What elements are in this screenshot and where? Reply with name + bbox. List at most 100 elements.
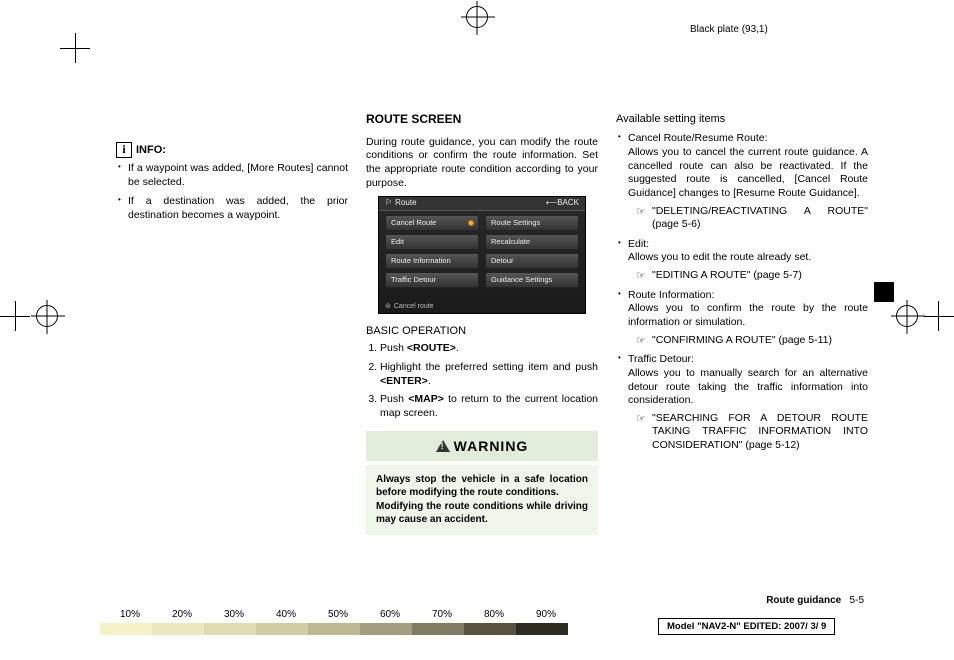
step-text: Push <box>380 393 408 405</box>
column-3: Available setting items Cancel Route/Res… <box>616 112 868 535</box>
warning-icon <box>436 440 450 452</box>
page-footer: Route guidance 5-5 <box>766 595 864 606</box>
info-item: If a destination was added, the prior de… <box>116 195 348 222</box>
screenshot-back-text: BACK <box>557 198 579 207</box>
item-ref: "EDITING A ROUTE" (page 5-7) <box>628 269 868 283</box>
percent-label: 20% <box>156 609 208 620</box>
cancel-icon: ⊘ <box>385 302 391 311</box>
color-swatch <box>256 623 308 635</box>
intro-text: During route guidance, you can modify th… <box>366 136 598 191</box>
screenshot-footer: ⊘ Cancel route <box>385 302 434 311</box>
color-swatch <box>152 623 204 635</box>
item-title: Edit: <box>628 238 649 250</box>
screenshot-grid: Cancel Route Edit Route Information Traf… <box>379 211 585 292</box>
info-item: If a waypoint was added, [More Routes] c… <box>116 162 348 189</box>
step-text: Push <box>380 342 407 354</box>
item-ref: "DELETING/REACTIVATING A ROUTE" (page 5-… <box>628 205 868 232</box>
available-item: Route Information: Allows you to confirm… <box>616 289 868 348</box>
info-heading: i INFO: <box>116 142 348 158</box>
item-title: Cancel Route/Resume Route: <box>628 132 768 144</box>
crop-mark <box>938 301 939 331</box>
screenshot-col-right: Route Settings Recalculate Detour Guidan… <box>485 215 579 288</box>
item-ref: "SEARCHING FOR A DETOUR ROUTE TAKING TRA… <box>628 412 868 453</box>
warning-heading: WARNING <box>366 431 598 461</box>
percent-label: 30% <box>208 609 260 620</box>
basic-operation-steps: Push <ROUTE>. Highlight the preferred se… <box>366 342 598 420</box>
warning-line: Always stop the vehicle in a safe locati… <box>376 473 588 500</box>
color-swatch <box>516 623 568 635</box>
step-3: Push <MAP> to return to the current loca… <box>380 393 598 420</box>
basic-operation-heading: BASIC OPERATION <box>366 324 598 338</box>
color-swatch <box>412 623 464 635</box>
available-item: Cancel Route/Resume Route: Allows you to… <box>616 132 868 231</box>
step-1: Push <ROUTE>. <box>380 342 598 356</box>
available-list: Cancel Route/Resume Route: Allows you to… <box>616 132 868 452</box>
screenshot-col-left: Cancel Route Edit Route Information Traf… <box>385 215 479 288</box>
item-body: Allows you to confirm the route by the r… <box>628 302 868 328</box>
step-text: . <box>428 375 431 387</box>
footer-label: Route guidance <box>766 595 841 606</box>
percent-label: 40% <box>260 609 312 620</box>
warning-title-text: WARNING <box>454 438 529 454</box>
route-screenshot: ⚐ Route ⟵BACK Cancel Route Edit Route In… <box>378 196 586 314</box>
screenshot-back: ⟵BACK <box>546 198 579 208</box>
warning-line: Modifying the route conditions while dri… <box>376 500 588 527</box>
color-swatch-bar: Model "NAV2-N" EDITED: 2007/ 3/ 9 <box>100 621 835 635</box>
ss-btn-route-settings: Route Settings <box>485 215 579 231</box>
info-icon: i <box>116 142 132 158</box>
color-swatch <box>360 623 412 635</box>
available-item: Edit: Allows you to edit the route alrea… <box>616 238 868 283</box>
percent-label: 60% <box>364 609 416 620</box>
section-title: ROUTE SCREEN <box>366 112 598 128</box>
available-heading: Available setting items <box>616 112 868 126</box>
screenshot-title: ⚐ Route <box>385 198 417 208</box>
color-swatch <box>308 623 360 635</box>
registration-target-icon <box>466 6 488 28</box>
percent-label: 80% <box>468 609 520 620</box>
item-ref: "CONFIRMING A ROUTE" (page 5-11) <box>628 334 868 348</box>
ss-btn-guidance-settings: Guidance Settings <box>485 272 579 288</box>
ss-btn-traffic-detour: Traffic Detour <box>385 272 479 288</box>
ss-btn-recalculate: Recalculate <box>485 234 579 250</box>
item-title: Route Information: <box>628 289 714 301</box>
percent-label: 70% <box>416 609 468 620</box>
screenshot-footer-text: Cancel route <box>394 302 434 311</box>
color-swatch <box>464 623 516 635</box>
percent-label: 10% <box>104 609 156 620</box>
column-2: ROUTE SCREEN During route guidance, you … <box>366 112 598 535</box>
item-body: Allows you to cancel the current route g… <box>628 146 868 201</box>
registration-target-icon <box>36 305 58 327</box>
step-text: Highlight the preferred setting item and… <box>380 361 598 373</box>
warning-body: Always stop the vehicle in a safe locati… <box>366 465 598 535</box>
crop-mark <box>924 316 954 317</box>
color-swatch <box>204 623 256 635</box>
footer-page: 5-5 <box>850 595 864 606</box>
keyword: <ENTER> <box>380 375 428 387</box>
column-1: i INFO: If a waypoint was added, [More R… <box>116 112 348 535</box>
screenshot-title-text: Route <box>395 198 416 208</box>
available-item: Traffic Detour: Allows you to manually s… <box>616 353 868 452</box>
keyword: <ROUTE> <box>407 342 456 354</box>
registration-target-icon <box>896 305 918 327</box>
percent-label: 50% <box>312 609 364 620</box>
item-body: Allows you to manually search for an alt… <box>628 367 868 408</box>
item-body: Allows you to edit the route already set… <box>628 251 811 263</box>
route-icon: ⚐ <box>385 198 392 208</box>
model-box: Model "NAV2-N" EDITED: 2007/ 3/ 9 <box>658 618 835 635</box>
crop-mark <box>75 33 76 63</box>
ss-btn-edit: Edit <box>385 234 479 250</box>
ss-btn-cancel-route: Cancel Route <box>385 215 479 231</box>
info-list: If a waypoint was added, [More Routes] c… <box>116 162 348 223</box>
keyword: <MAP> <box>408 393 444 405</box>
step-text: . <box>456 342 459 354</box>
step-2: Highlight the preferred setting item and… <box>380 361 598 388</box>
percent-label: 90% <box>520 609 572 620</box>
ss-btn-detour: Detour <box>485 253 579 269</box>
info-heading-text: INFO: <box>136 143 166 157</box>
ss-btn-route-info: Route Information <box>385 253 479 269</box>
item-title: Traffic Detour: <box>628 353 694 365</box>
plate-label: Black plate (93,1) <box>690 24 768 35</box>
page-columns: i INFO: If a waypoint was added, [More R… <box>116 112 868 535</box>
screenshot-header: ⚐ Route ⟵BACK <box>379 197 585 211</box>
crop-mark <box>15 301 16 331</box>
